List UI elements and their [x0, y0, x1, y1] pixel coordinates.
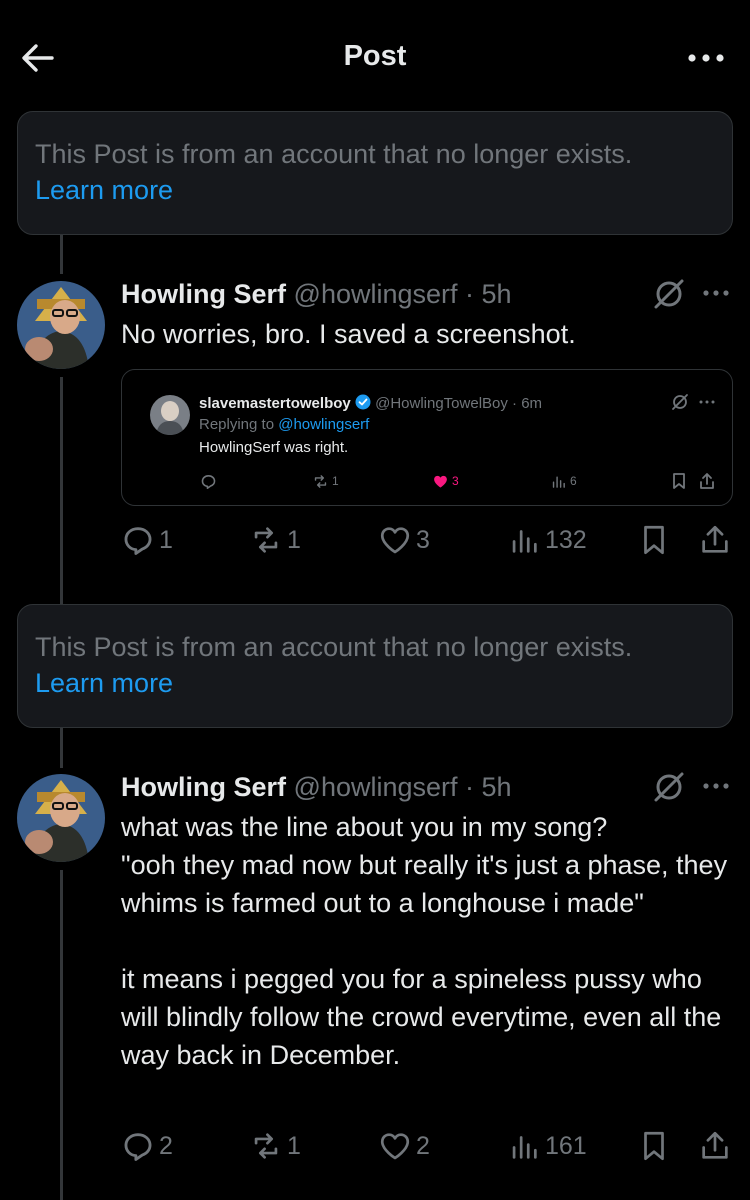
grok-icon[interactable]: [651, 276, 687, 312]
quoted-views: 6: [550, 471, 577, 491]
avatar[interactable]: [17, 281, 105, 369]
post-text: what was the line about you in my song? …: [121, 812, 728, 1070]
quoted-author-name: slavemastertowelboy: [199, 395, 351, 412]
author-name[interactable]: Howling Serf: [121, 279, 286, 309]
thread-line: [60, 377, 63, 606]
views-count: 132: [545, 525, 587, 554]
quoted-share-icon: [700, 473, 714, 489]
author-handle[interactable]: @howlingserf: [294, 772, 458, 802]
quoted-bookmark-icon: [673, 473, 685, 489]
post[interactable]: Howling Serf @howlingserf · 5h No worrie…: [121, 276, 733, 353]
heart-icon: [380, 1133, 410, 1160]
repost-button[interactable]: 1: [249, 520, 301, 560]
verified-badge-icon: [355, 394, 371, 410]
reply-icon: [124, 1133, 152, 1161]
deleted-post-notice: This Post is from an account that no lon…: [17, 604, 733, 728]
post-time[interactable]: · 5h: [465, 772, 512, 802]
quoted-reply: [200, 471, 217, 491]
avatar[interactable]: [17, 774, 105, 862]
more-options-icon[interactable]: [684, 40, 728, 76]
repost-count: 1: [287, 525, 301, 554]
share-icon: [702, 525, 728, 553]
quoted-views-icon: [552, 476, 565, 488]
post-more-icon[interactable]: [699, 771, 733, 801]
page-title: Post: [343, 40, 407, 72]
reply-icon: [124, 527, 152, 555]
share-button[interactable]: [698, 1126, 732, 1166]
quoted-views-count: 6: [570, 474, 577, 488]
thread-line: [60, 728, 63, 768]
quoted-text: HowlingSerf was right.: [199, 439, 349, 456]
share-icon: [702, 1131, 728, 1159]
repost-icon: [254, 1133, 278, 1159]
author-handle[interactable]: @howlingserf: [294, 279, 458, 309]
reply-count: 2: [159, 1131, 173, 1160]
thread-line: [60, 234, 63, 274]
quoted-meta: slavemastertowelboy @HowlingTowelBoy · 6…: [199, 394, 542, 412]
like-button[interactable]: 3: [378, 520, 430, 560]
top-bar: Post: [0, 0, 750, 110]
post-more-icon[interactable]: [699, 278, 733, 308]
post-actions: 2 1 2 161: [121, 1126, 733, 1166]
post[interactable]: Howling Serf @howlingserf · 5h what was …: [121, 769, 733, 1074]
notice-text: This Post is from an account that no lon…: [35, 139, 633, 169]
post-time[interactable]: · 5h: [465, 279, 512, 309]
quoted-grok-icon: [672, 394, 688, 410]
quoted-avatar: [150, 395, 190, 435]
views-button[interactable]: 161: [507, 1126, 587, 1166]
heart-icon: [380, 527, 410, 554]
reply-count: 1: [159, 525, 173, 554]
views-button[interactable]: 132: [507, 520, 587, 560]
views-count: 161: [545, 1131, 587, 1160]
bookmark-button[interactable]: [637, 1126, 671, 1166]
grok-icon[interactable]: [651, 769, 687, 805]
views-icon: [512, 1136, 537, 1159]
quoted-like: 3: [432, 471, 459, 491]
post-text: No worries, bro. I saved a screenshot.: [121, 319, 576, 349]
deleted-post-notice: This Post is from an account that no lon…: [17, 111, 733, 235]
repost-count: 1: [287, 1131, 301, 1160]
embedded-screenshot[interactable]: slavemastertowelboy @HowlingTowelBoy · 6…: [121, 369, 733, 506]
quoted-author-handle: @HowlingTowelBoy: [375, 395, 508, 412]
repost-icon: [254, 527, 278, 553]
bookmark-icon: [644, 1131, 664, 1161]
quoted-heart-icon: [434, 475, 447, 488]
share-button[interactable]: [698, 520, 732, 560]
thread-line: [60, 870, 63, 1200]
author-name[interactable]: Howling Serf: [121, 772, 286, 802]
views-icon: [512, 530, 537, 553]
quoted-reply-icon: [201, 474, 216, 489]
notice-text: This Post is from an account that no lon…: [35, 632, 633, 662]
learn-more-link[interactable]: Learn more: [35, 665, 173, 701]
like-count: 2: [416, 1131, 430, 1160]
learn-more-link[interactable]: Learn more: [35, 172, 173, 208]
bookmark-icon: [644, 525, 664, 555]
quoted-repost-count: 1: [332, 474, 339, 488]
reply-button[interactable]: 1: [121, 520, 173, 560]
like-count: 3: [416, 525, 430, 554]
replying-prefix: Replying to: [199, 416, 275, 433]
post-meta: Howling Serf @howlingserf · 5h: [121, 769, 733, 805]
reply-button[interactable]: 2: [121, 1126, 173, 1166]
replying-handle: @howlingserf: [278, 416, 370, 433]
post-meta: Howling Serf @howlingserf · 5h: [121, 276, 733, 312]
post-actions: 1 1 3 132: [121, 520, 733, 560]
repost-button[interactable]: 1: [249, 1126, 301, 1166]
replying-to: Replying to @howlingserf: [199, 416, 369, 433]
quoted-repost: 1: [312, 471, 339, 491]
quoted-time: · 6m: [512, 395, 543, 412]
quoted-like-count: 3: [452, 474, 459, 488]
quoted-more-icon: [699, 400, 715, 404]
bookmark-button[interactable]: [637, 520, 671, 560]
quoted-repost-icon: [314, 474, 327, 488]
like-button[interactable]: 2: [378, 1126, 430, 1166]
